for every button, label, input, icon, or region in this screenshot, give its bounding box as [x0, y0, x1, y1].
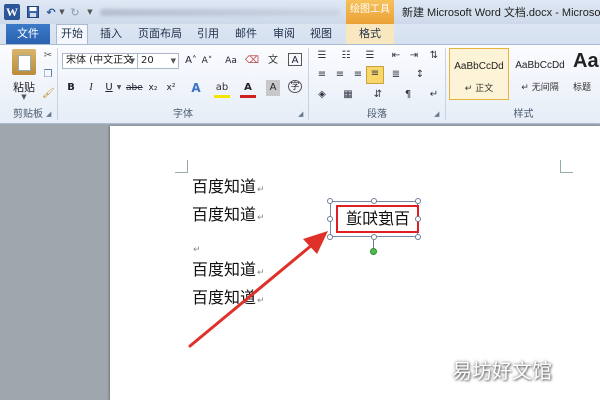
red-highlight-rectangle — [336, 205, 419, 233]
paragraph-mark-icon[interactable]: ↵ — [426, 88, 442, 102]
highlight-color-bar — [214, 95, 230, 98]
styles-group-label: 样式 — [513, 109, 534, 120]
copy-icon[interactable]: ❐ — [42, 69, 54, 81]
decrease-indent-icon[interactable]: ⇤ — [388, 49, 404, 63]
multilevel-list-icon[interactable]: ☰ — [362, 49, 378, 63]
document-line[interactable]: 百度知道↵ — [192, 259, 265, 281]
align-left-icon[interactable]: ≡ — [314, 68, 330, 82]
margin-corner-mark — [175, 160, 188, 173]
group-divider — [308, 48, 309, 120]
style-no-spacing[interactable]: AaBbCcDd ↵ 无间隔 — [510, 48, 570, 100]
text-effects-icon[interactable]: A — [188, 80, 204, 96]
style-normal[interactable]: AaBbCcDd ↵ 正文 — [449, 48, 509, 100]
clear-formatting-icon[interactable]: ⌫ — [244, 53, 260, 69]
paste-icon[interactable] — [12, 49, 36, 75]
cut-icon[interactable]: ✂ — [42, 50, 54, 62]
format-painter-icon[interactable]: 🖌 — [42, 88, 55, 100]
group-divider — [445, 48, 446, 120]
style-heading[interactable]: AaI 标题 — [571, 48, 600, 100]
tab-file[interactable]: 文件 — [6, 24, 50, 44]
redo-icon[interactable]: ↻ — [68, 4, 82, 20]
drawing-tools-context-tab: 绘图工具 — [346, 0, 394, 24]
watermark-text: 易坊好文馆 — [452, 359, 552, 383]
subscript-button[interactable]: x₂ — [146, 80, 160, 96]
resize-handle[interactable] — [371, 198, 377, 204]
shading-icon[interactable]: ◈ — [314, 88, 330, 102]
underline-dropdown-icon[interactable]: ▼ — [116, 80, 122, 96]
customize-quick-access-icon[interactable]: ▼ — [86, 4, 94, 20]
grow-font-icon[interactable]: A˄ — [184, 53, 198, 69]
change-case-icon[interactable]: Aa — [222, 53, 240, 69]
undo-dropdown-icon[interactable]: ▼ — [58, 4, 66, 20]
numbering-icon[interactable]: ☷ — [338, 49, 354, 63]
document-line[interactable]: 百度知道↵ — [192, 287, 265, 309]
phonetic-guide-icon[interactable]: 文 — [266, 53, 280, 69]
increase-indent-icon[interactable]: ⇥ — [406, 49, 422, 63]
resize-handle[interactable] — [415, 216, 421, 222]
underline-button[interactable]: U — [102, 80, 116, 96]
tab-insert[interactable]: 插入 — [98, 24, 124, 44]
paste-dropdown-icon[interactable]: ▼ — [18, 93, 30, 101]
font-group-label: 字体 — [173, 109, 193, 120]
bullets-icon[interactable]: ☰ — [314, 49, 330, 63]
resize-handle[interactable] — [415, 234, 421, 240]
tab-view[interactable]: 视图 — [308, 24, 334, 44]
chinese-layout-icon[interactable]: ⇵ — [370, 88, 386, 102]
text-highlight-icon[interactable]: ab — [214, 80, 230, 96]
tab-review[interactable]: 审阅 — [270, 24, 298, 44]
ribbon-tab-bar — [0, 24, 600, 44]
font-launcher-icon[interactable]: ◢ — [298, 110, 306, 118]
font-color-icon[interactable]: A — [240, 80, 256, 96]
italic-button[interactable]: I — [84, 80, 98, 96]
strikethrough-button[interactable]: abe — [126, 80, 143, 96]
font-size-combo[interactable]: 20 ▼ — [137, 53, 179, 69]
enclose-characters-icon[interactable]: 字 — [288, 80, 302, 93]
save-icon[interactable] — [26, 4, 40, 20]
word-app-icon[interactable]: W — [4, 4, 20, 20]
margin-corner-mark — [560, 160, 573, 173]
tab-mailings[interactable]: 邮件 — [232, 24, 260, 44]
resize-handle[interactable] — [327, 216, 333, 222]
superscript-button[interactable]: x² — [164, 80, 178, 96]
borders-icon[interactable]: ▦ — [340, 88, 356, 102]
align-center-icon[interactable]: ≡ — [366, 66, 384, 84]
font-name-combo[interactable]: 宋体 (中文正文 ▼ — [62, 53, 138, 69]
document-line[interactable]: 百度知道↵ — [192, 176, 265, 198]
line-spacing-icon[interactable]: ↕ — [412, 68, 428, 82]
clipboard-launcher-icon[interactable]: ◢ — [46, 110, 54, 118]
document-line-empty[interactable]: ↵ — [192, 236, 201, 258]
shrink-font-icon[interactable]: A˅ — [200, 53, 214, 69]
group-divider — [57, 48, 58, 120]
paragraph-launcher-icon[interactable]: ◢ — [434, 110, 442, 118]
distributed-icon[interactable]: ≣ — [388, 68, 404, 82]
character-border-icon[interactable]: A — [288, 53, 302, 66]
align-right-icon[interactable]: ≡ — [332, 68, 348, 82]
show-marks-icon[interactable]: ¶ — [400, 88, 416, 102]
character-shading-icon[interactable]: A — [266, 80, 280, 96]
tab-format[interactable]: 格式 — [354, 24, 386, 44]
document-title: 新建 Microsoft Word 文档.docx - Microso — [402, 7, 600, 19]
bold-button[interactable]: B — [64, 80, 78, 96]
tab-references[interactable]: 引用 — [194, 24, 222, 44]
tab-page-layout[interactable]: 页面布局 — [134, 24, 186, 44]
justify-icon[interactable]: ≡ — [350, 68, 366, 82]
resize-handle[interactable] — [371, 234, 377, 240]
resize-handle[interactable] — [327, 234, 333, 240]
font-color-bar — [240, 95, 256, 98]
tab-home[interactable]: 开始 — [56, 24, 88, 44]
undo-icon[interactable]: ↶ — [44, 4, 58, 20]
sort-icon[interactable]: ⇅ — [426, 49, 442, 63]
paragraph-group-label: 段落 — [367, 109, 387, 120]
resize-handle[interactable] — [327, 198, 333, 204]
blurred-title-region — [100, 9, 340, 16]
rotate-handle[interactable] — [370, 248, 377, 255]
document-line[interactable]: 百度知道↵ — [192, 204, 265, 226]
resize-handle[interactable] — [415, 198, 421, 204]
